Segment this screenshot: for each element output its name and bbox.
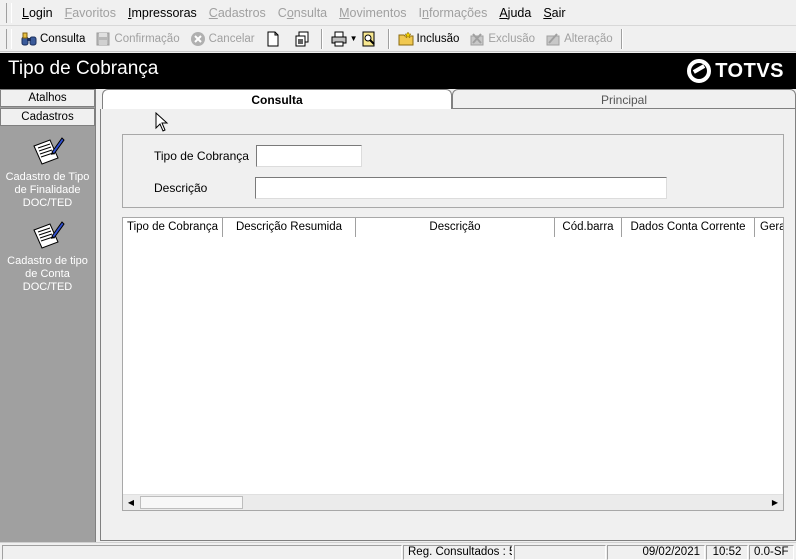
status-bar: Reg. Consultados : 5 09/02/2021 10:52 0.… <box>0 542 796 560</box>
scroll-left-icon[interactable]: ◀ <box>123 495 139 510</box>
column-header-gera[interactable]: Gera <box>755 218 783 237</box>
shortcut-tipo-conta-label: Cadastro de tipo de Conta DOC/TED <box>7 255 88 293</box>
delete-icon <box>469 31 485 47</box>
grid-header: Tipo de Cobrança Descrição Resumida Desc… <box>123 218 783 237</box>
toolbar-separator <box>320 28 323 49</box>
sidebar: Atalhos Cadastros Cadastro de Tipo de Fi… <box>0 89 95 542</box>
status-extra: 0.0-SF <box>749 545 794 560</box>
cancel-icon <box>190 31 206 47</box>
menu-favoritos[interactable]: Favoritos <box>59 0 122 26</box>
window-title: Tipo de Cobrança <box>8 58 159 79</box>
inclusao-label: Inclusão <box>416 32 460 45</box>
column-header-descricao-resumida[interactable]: Descrição Resumida <box>223 218 356 237</box>
menu-grip <box>6 2 12 23</box>
inclusao-button[interactable]: Inclusão <box>393 28 465 50</box>
totvs-logo: TOTVS <box>687 59 784 83</box>
cancelar-label: Cancelar <box>208 32 255 45</box>
column-header-dados-conta-corrente[interactable]: Dados Conta Corrente <box>622 218 755 237</box>
menu-sair[interactable]: Sair <box>537 0 571 26</box>
scroll-right-icon[interactable]: ▶ <box>767 495 783 510</box>
sidebar-tab-cadastros[interactable]: Cadastros <box>0 108 95 126</box>
document-edit-icon <box>30 136 66 168</box>
menu-informacoes[interactable]: Informações <box>413 0 494 26</box>
descricao-input[interactable] <box>255 177 667 199</box>
mouse-cursor-icon <box>155 111 169 132</box>
confirmacao-label: Confirmação <box>114 32 180 45</box>
document-edit-icon <box>30 220 66 252</box>
menu-ajuda[interactable]: Ajuda <box>493 0 537 26</box>
scrollbar-thumb[interactable] <box>140 496 243 509</box>
menu-movimentos[interactable]: Movimentos <box>333 0 412 26</box>
printer-icon <box>331 31 347 47</box>
edit-icon <box>545 31 561 47</box>
binoculars-icon <box>21 31 37 47</box>
save-icon <box>95 31 111 47</box>
main-panel: Principal Consulta Tipo de Cobrança Desc… <box>95 89 796 542</box>
toolbar-separator-2 <box>387 28 390 49</box>
cancelar-button[interactable]: Cancelar <box>185 28 260 50</box>
alteracao-label: Alteração <box>564 32 613 45</box>
shortcut-tipo-conta[interactable]: Cadastro de tipo de Conta DOC/TED <box>0 220 95 294</box>
toolbar: Consulta Confirmação Cancelar ▼ Inclusão… <box>0 26 796 52</box>
status-records: Reg. Consultados : 5 <box>403 545 513 560</box>
window-titlebar: Tipo de Cobrança TOTVS <box>0 53 796 89</box>
folder-add-icon <box>398 30 414 47</box>
results-grid: Tipo de Cobrança Descrição Resumida Desc… <box>122 217 784 511</box>
tab-consulta[interactable]: Consulta <box>102 89 452 109</box>
descricao-label: Descrição <box>154 181 208 195</box>
toolbar-separator-3 <box>620 28 623 49</box>
print-preview-icon <box>361 31 377 47</box>
confirmacao-button[interactable]: Confirmação <box>90 28 184 50</box>
menu-impressoras[interactable]: Impressoras <box>122 0 203 26</box>
menu-consulta[interactable]: Consulta <box>272 0 333 26</box>
sidebar-tab-atalhos[interactable]: Atalhos <box>0 89 95 107</box>
tipo-cobranca-input[interactable] <box>256 145 362 167</box>
menu-cadastros[interactable]: Cadastros <box>203 0 272 26</box>
chevron-down-icon[interactable]: ▼ <box>350 34 358 43</box>
filter-group: Tipo de Cobrança Descrição <box>122 134 784 208</box>
copy-document-button[interactable] <box>289 28 318 50</box>
status-panel-empty-2 <box>514 545 606 560</box>
status-time: 10:52 <box>706 545 748 560</box>
alteracao-button[interactable]: Alteração <box>540 28 618 50</box>
column-header-descricao[interactable]: Descrição <box>356 218 555 237</box>
totvs-logo-text: TOTVS <box>715 59 784 82</box>
new-document-button[interactable] <box>260 28 289 50</box>
tab-principal[interactable]: Principal <box>452 89 796 109</box>
copy-document-icon <box>294 31 310 47</box>
toolbar-grip <box>6 28 12 49</box>
consulta-button[interactable]: Consulta <box>16 28 90 50</box>
horizontal-scrollbar[interactable]: ◀ ▶ <box>123 494 783 510</box>
totvs-logo-icon <box>687 59 712 83</box>
status-date: 09/02/2021 <box>607 545 705 560</box>
shortcut-tipo-finalidade[interactable]: Cadastro de Tipo de Finalidade DOC/TED <box>0 136 95 210</box>
menu-bar: Login Favoritos Impressoras Cadastros Co… <box>0 0 796 26</box>
shortcut-tipo-finalidade-label: Cadastro de Tipo de Finalidade DOC/TED <box>5 171 90 209</box>
exclusao-button[interactable]: Exclusão <box>464 28 540 50</box>
new-document-icon <box>265 31 281 47</box>
print-button[interactable]: ▼ <box>326 28 385 50</box>
column-header-cod-barra[interactable]: Cód.barra <box>555 218 622 237</box>
exclusao-label: Exclusão <box>488 32 536 45</box>
consulta-label: Consulta <box>40 32 86 45</box>
tipo-cobranca-label: Tipo de Cobrança <box>154 149 249 163</box>
menu-login[interactable]: Login <box>16 0 59 26</box>
status-panel-empty <box>2 545 402 560</box>
column-header-tipo-cobranca[interactable]: Tipo de Cobrança <box>123 218 223 237</box>
